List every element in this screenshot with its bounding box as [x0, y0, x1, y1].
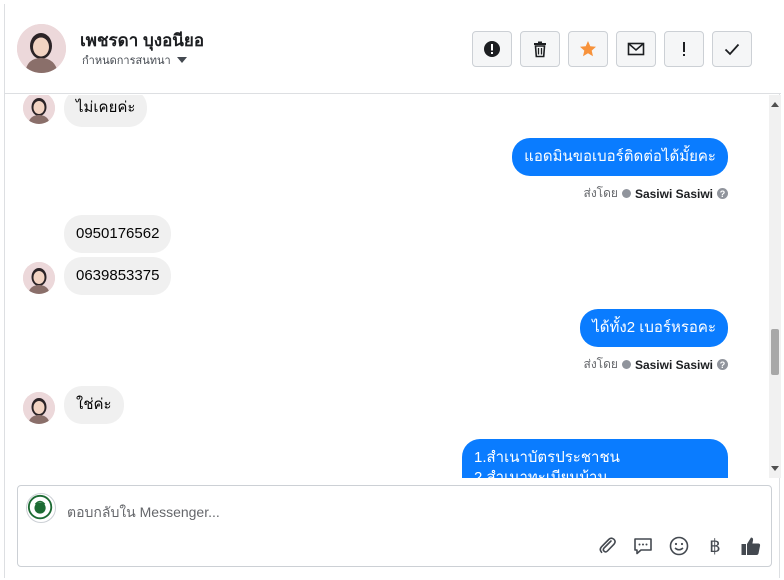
message-line: 1.สำเนาบัตรประชาชน	[474, 449, 620, 466]
message-input[interactable]: ตอบกลับใน Messenger...	[67, 502, 220, 524]
composer-tools: ฿	[595, 534, 763, 558]
sent-by-info: ส่งโดย Sasiwi Sasiwi ?	[583, 355, 728, 374]
message-thread[interactable]: ไม่เคยค่ะ แอดมินขอเบอร์ติดต่อได้มั้ยคะ ส…	[5, 95, 769, 478]
star-icon	[580, 41, 596, 57]
scroll-up-arrow-icon[interactable]	[771, 102, 779, 107]
trash-icon	[534, 41, 546, 58]
verified-icon	[621, 189, 631, 198]
reply-composer[interactable]: ตอบกลับใน Messenger... ฿	[17, 485, 772, 567]
status-label: กำหนดการสนทนา	[82, 55, 171, 67]
chat-bubble-icon	[634, 538, 652, 555]
exclamation-icon	[683, 42, 685, 56]
like-button[interactable]	[739, 534, 763, 558]
delete-button[interactable]	[520, 31, 560, 67]
conversation-header: เพชรดา บุงอนียอ กำหนดการสนทนา	[5, 4, 781, 94]
message-bubble-incoming[interactable]: ไม่เคยค่ะ	[64, 95, 148, 127]
header-actions	[472, 31, 752, 67]
sender-name[interactable]: Sasiwi Sasiwi	[635, 187, 713, 201]
follow-up-button[interactable]	[664, 31, 704, 67]
scroll-down-arrow-icon[interactable]	[771, 466, 779, 471]
message-bubble-outgoing[interactable]: 1.สำเนาบัตรประชาชน 2.สำเนาทะเบียนบ้าน	[462, 439, 728, 478]
mark-done-button[interactable]	[712, 31, 752, 67]
message-bubble-incoming[interactable]: 0950176562	[64, 215, 172, 253]
baht-icon: ฿	[709, 535, 721, 557]
scrollbar-thumb[interactable]	[771, 329, 779, 375]
contact-name: เพชรดา บุงอนียอ	[80, 31, 205, 50]
message-bubble-incoming[interactable]: ใช่ค่ะ	[64, 386, 124, 424]
chevron-down-icon	[176, 57, 187, 63]
envelope-icon	[627, 42, 645, 56]
mark-unread-button[interactable]	[616, 31, 656, 67]
message-bubble-outgoing[interactable]: แอดมินขอเบอร์ติดต่อได้มั้ยคะ	[512, 138, 728, 176]
contact-avatar-small	[23, 95, 55, 124]
thread-scrollbar[interactable]	[769, 95, 781, 478]
payment-button[interactable]: ฿	[703, 534, 727, 558]
mark-spam-button[interactable]	[472, 31, 512, 67]
conversation-status-dropdown[interactable]: กำหนดการสนทนา	[82, 51, 187, 69]
contact-avatar-small	[23, 262, 55, 294]
star-button[interactable]	[568, 31, 608, 67]
thumbs-up-icon	[741, 537, 761, 555]
alert-circle-icon	[484, 41, 500, 57]
sent-by-label: ส่งโดย	[583, 357, 618, 371]
page-logo	[26, 493, 56, 523]
help-icon[interactable]: ?	[717, 188, 728, 199]
message-bubble-outgoing[interactable]: ได้ทั้ง2 เบอร์หรอคะ	[580, 309, 728, 347]
contact-avatar-small	[23, 392, 55, 424]
checkmark-icon	[724, 43, 740, 56]
message-bubble-incoming[interactable]: 0639853375	[64, 257, 172, 295]
saved-replies-button[interactable]	[631, 534, 655, 558]
emoji-button[interactable]	[667, 534, 691, 558]
smiley-icon	[669, 536, 689, 556]
contact-avatar[interactable]	[17, 24, 66, 73]
messenger-panel: เพชรดา บุงอนียอ กำหนดการสนทนา ไม่เคยค่ะ …	[4, 4, 781, 578]
sent-by-label: ส่งโดย	[583, 186, 618, 200]
sent-by-info: ส่งโดย Sasiwi Sasiwi ?	[583, 184, 728, 203]
message-line: 2.สำเนาทะเบียนบ้าน	[474, 469, 608, 478]
attach-button[interactable]	[595, 534, 619, 558]
sender-name[interactable]: Sasiwi Sasiwi	[635, 358, 713, 372]
paperclip-icon	[599, 537, 616, 554]
verified-icon	[621, 360, 631, 369]
help-icon[interactable]: ?	[717, 359, 728, 370]
